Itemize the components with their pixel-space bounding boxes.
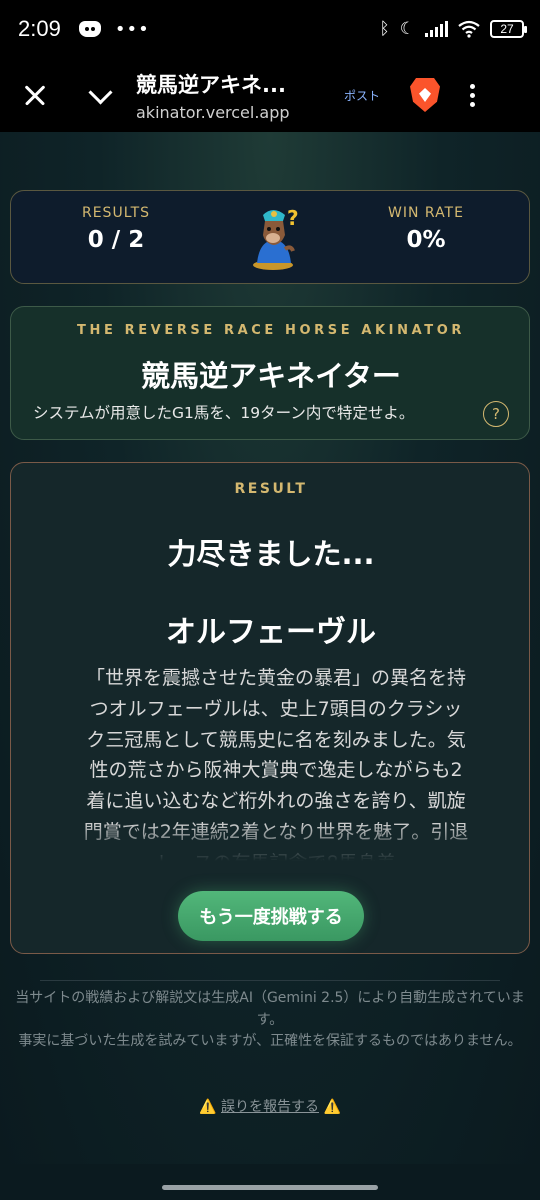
bluetooth-icon: ᛒ <box>379 19 390 39</box>
status-bar: 2:09 ••• ᛒ ☾ 27 <box>0 0 540 58</box>
moon-icon: ☾ <box>399 19 415 39</box>
more-notifications-icon: ••• <box>114 18 150 40</box>
browser-toolbar: 競馬逆アキネ... akinator.vercel.app ポスト <box>0 58 540 132</box>
horse-name: オルフェーヴル <box>166 615 376 650</box>
subtitle-en: THE REVERSE RACE HORSE AKINATOR <box>77 323 465 338</box>
status-notifications: ••• <box>78 18 150 40</box>
result-heading: 力尽きました... <box>167 537 375 571</box>
winrate-stat: WIN RATE 0% <box>356 205 496 253</box>
results-stat: RESULTS 0 / 2 <box>46 205 186 253</box>
page-url: akinator.vercel.app <box>136 102 290 122</box>
disclaimer-line-1: 当サイトの戦績および解説文は生成AI（Gemini 2.5）により自動生成されて… <box>15 990 525 1028</box>
discord-icon <box>78 21 101 37</box>
wifi-icon <box>458 20 480 38</box>
horse-mascot-icon: ? <box>253 206 299 270</box>
title-card: THE REVERSE RACE HORSE AKINATOR 競馬逆アキネイタ… <box>10 306 530 440</box>
more-menu-icon[interactable] <box>470 83 476 107</box>
signal-icon <box>425 21 448 37</box>
warning-icon: ⚠️ <box>323 1099 341 1115</box>
home-indicator[interactable] <box>162 1185 378 1190</box>
result-label: RESULT <box>234 481 308 497</box>
retry-button[interactable]: もう一度挑戦する <box>178 891 364 941</box>
page-title: 競馬逆アキネ... <box>136 72 286 97</box>
app-title: 競馬逆アキネイター <box>141 359 401 393</box>
chevron-down-icon[interactable] <box>84 78 118 112</box>
winrate-value: 0% <box>406 227 446 253</box>
description-fade <box>81 821 471 861</box>
horse-description-area[interactable]: 「世界を震撼させた黄金の暴君」の異名を持つオルフェーヴルは、史上7頭目のクラシッ… <box>81 663 471 861</box>
status-system-icons: ᛒ ☾ 27 <box>379 19 527 39</box>
results-value: 0 / 2 <box>87 227 145 253</box>
close-icon[interactable] <box>18 78 52 112</box>
footer-disclaimer: 当サイトの戦績および解説文は生成AI（Gemini 2.5）により自動生成されて… <box>0 988 540 1053</box>
brave-shield-icon[interactable] <box>410 78 441 112</box>
report-label: 誤りを報告する <box>221 1099 319 1115</box>
report-error-link[interactable]: ⚠️ 誤りを報告する ⚠️ <box>0 1096 540 1116</box>
navigation-bar <box>0 1164 540 1200</box>
stats-card: RESULTS 0 / 2 ? WIN RATE 0% <box>10 190 530 284</box>
warning-icon: ⚠️ <box>199 1099 217 1115</box>
status-time: 2:09 <box>18 16 61 41</box>
battery-icon: 27 <box>490 20 527 38</box>
result-card: RESULT 力尽きました... オルフェーヴル 「世界を震撼させた黄金の暴君」… <box>10 462 530 954</box>
footer-divider <box>40 980 500 981</box>
results-label: RESULTS <box>81 205 151 221</box>
app-description: システムが用意したG1馬を、19ターン内で特定せよ。 <box>33 404 415 422</box>
winrate-label: WIN RATE <box>388 205 464 221</box>
help-button[interactable]: ? <box>483 401 509 427</box>
post-button[interactable]: ポスト <box>344 87 380 104</box>
page-content: RESULTS 0 / 2 ? WIN RATE 0% THE REVERSE … <box>0 132 540 1164</box>
svg-text:?: ? <box>287 206 299 230</box>
disclaimer-line-2: 事実に基づいた生成を試みていますが、正確性を保証するものではありません。 <box>18 1033 522 1049</box>
browser-title-area[interactable]: 競馬逆アキネ... akinator.vercel.app <box>136 69 316 122</box>
